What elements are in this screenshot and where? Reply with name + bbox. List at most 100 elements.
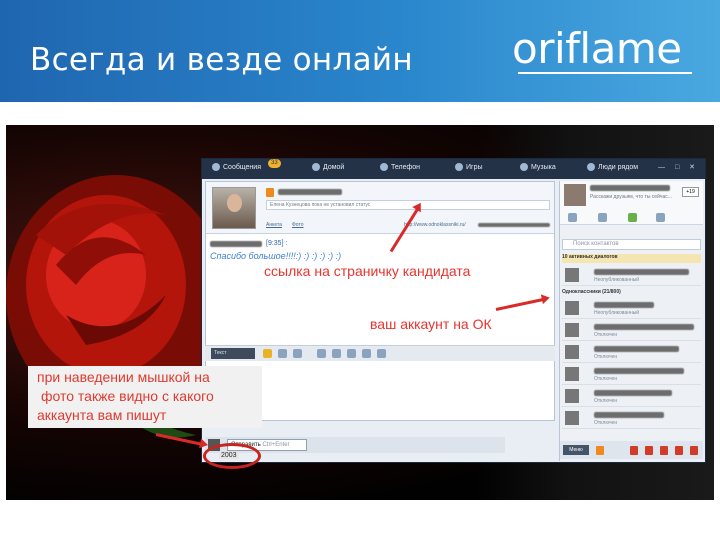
contact-list: Расскажи друзьям, что ты сейчас... +19 П… (559, 181, 703, 461)
contact-row[interactable]: Отключен (562, 387, 701, 407)
tab-people-label: Люди рядом (598, 163, 639, 171)
ok-account-annotation: ваш аккаунт на ОК (370, 316, 492, 332)
tab-phone-label: Телефон (391, 163, 421, 171)
contact-photo[interactable] (565, 345, 579, 359)
contact-list-header: Расскажи друзьям, что ты сейчас... +19 (560, 181, 703, 225)
window-controls[interactable]: — □ ✕ (658, 163, 699, 171)
people-icon (587, 163, 595, 171)
contact-name-blurred (594, 346, 679, 352)
contact-photo[interactable] (565, 389, 579, 403)
contact-photo[interactable] (565, 367, 579, 381)
own-profile-avatar[interactable] (564, 184, 586, 206)
profile-link[interactable]: Анкета (266, 222, 282, 228)
contact-name-blurred (594, 368, 684, 374)
contact-status: Отключен (594, 376, 618, 382)
messages-icon (212, 163, 220, 171)
status-hint[interactable]: Расскажи друзьям, что ты сейчас... (590, 194, 672, 200)
tab-home-label: Домой (323, 163, 345, 171)
slide-title: Всегда и везде онлайн (30, 42, 413, 78)
contact-row[interactable]: Отключен (562, 409, 701, 429)
contact-search-input[interactable]: Поиск контактов (562, 239, 701, 250)
text-mode-select[interactable]: Текст (211, 348, 255, 359)
agent-tab-bar: Сообщения 33 Домой Телефон Игры Музыка Л… (202, 159, 705, 179)
tab-music[interactable]: Музыка (520, 163, 556, 171)
tab-home[interactable]: Домой (312, 163, 344, 171)
history-icon[interactable] (362, 349, 371, 358)
hover-note: при наведении мышкой на фото также видно… (28, 366, 262, 428)
slide-header: Всегда и везде онлайн oriflame (0, 0, 720, 102)
nick-tag: 2003 (219, 452, 239, 459)
translit-icon[interactable] (332, 349, 341, 358)
contact-row[interactable]: Отключен (562, 343, 701, 363)
contact-photo[interactable] (565, 411, 579, 425)
sender-blurred (210, 241, 262, 247)
contact-status: Отключен (594, 354, 618, 360)
tab-games-label: Игры (466, 163, 483, 171)
send-hint: Ctrl+Enter (262, 442, 290, 448)
screenshot: Сообщения 33 Домой Телефон Игры Музыка Л… (6, 125, 714, 500)
mail-icon[interactable] (568, 213, 577, 222)
chat-icon[interactable] (598, 213, 607, 222)
candidate-link-annotation: ссылка на страничку кандидата (264, 263, 471, 279)
contact-photo[interactable] (565, 323, 579, 337)
contact-status: Неопубликованный (594, 277, 640, 283)
tab-phone[interactable]: Телефон (380, 163, 420, 171)
format-icon[interactable] (317, 349, 326, 358)
games-icon (455, 163, 463, 171)
contact-status: Отключен (594, 420, 618, 426)
font-icon[interactable] (347, 349, 356, 358)
photo-icon[interactable] (293, 349, 302, 358)
profile-url[interactable]: http://www.odnoklassniki.ru/ (404, 222, 466, 228)
tab-games[interactable]: Игры (455, 163, 483, 171)
group-header[interactable]: Одноклассники (21/800) (562, 289, 621, 295)
notify-icon[interactable] (645, 446, 653, 455)
contact-row[interactable]: Отключен (562, 321, 701, 341)
contact-name-blurred (594, 324, 694, 330)
contact-photo[interactable] (565, 268, 579, 282)
notify-icon[interactable] (690, 446, 698, 455)
menu-button[interactable]: Меню (563, 445, 589, 455)
ok-icon (266, 188, 274, 197)
contact-row[interactable]: Неопубликованный (562, 299, 701, 319)
gift-icon[interactable] (278, 349, 287, 358)
smile-icon[interactable] (263, 349, 272, 358)
contact-avatar[interactable] (212, 187, 256, 229)
tab-people-nearby[interactable]: Люди рядом (587, 163, 638, 171)
music-icon (520, 163, 528, 171)
contact-name-blurred (594, 412, 664, 418)
agent-window: Сообщения 33 Домой Телефон Игры Музыка Л… (201, 158, 706, 463)
contact-status: Отключен (594, 398, 618, 404)
hover-note-line: при наведении мышкой на (37, 369, 210, 385)
add-contact-icon[interactable] (628, 213, 637, 222)
photo-link[interactable]: Фото (292, 222, 304, 228)
contact-name-blurred (594, 269, 689, 275)
contact-name-blurred (278, 189, 342, 195)
messages-badge: 33 (268, 159, 281, 168)
notify-icon[interactable] (675, 446, 683, 455)
contact-name-blurred (594, 390, 672, 396)
contact-row[interactable]: Отключен (562, 365, 701, 385)
active-dialogs[interactable]: 10 активных диалогов (562, 254, 701, 263)
contact-name-blurred (594, 302, 654, 308)
tab-messages[interactable]: Сообщения (212, 163, 261, 171)
contact-list-footer: Меню (560, 441, 703, 459)
hover-note-line: фото также видно с какого (41, 388, 214, 404)
home-icon (312, 163, 320, 171)
contact-status: Отключен (594, 332, 618, 338)
phone-icon (380, 163, 388, 171)
brand-logo: oriflame (512, 24, 682, 73)
contact-row[interactable]: Неопубликованный (562, 266, 701, 286)
own-name-blurred (590, 185, 670, 191)
notify-icon[interactable] (660, 446, 668, 455)
notify-icon[interactable] (630, 446, 638, 455)
tab-messages-label: Сообщения (223, 163, 261, 171)
tab-music-label: Музыка (531, 163, 556, 171)
contact-profile: Елена Кузнецова пока не установил статус… (206, 182, 554, 234)
settings-icon[interactable] (377, 349, 386, 358)
ok-status-icon[interactable] (596, 446, 604, 455)
chat-toolbar: Текст (205, 345, 555, 361)
notification-count[interactable]: +19 (682, 187, 699, 197)
url-blurred (478, 223, 550, 227)
contact-photo[interactable] (565, 301, 579, 315)
video-icon[interactable] (656, 213, 665, 222)
